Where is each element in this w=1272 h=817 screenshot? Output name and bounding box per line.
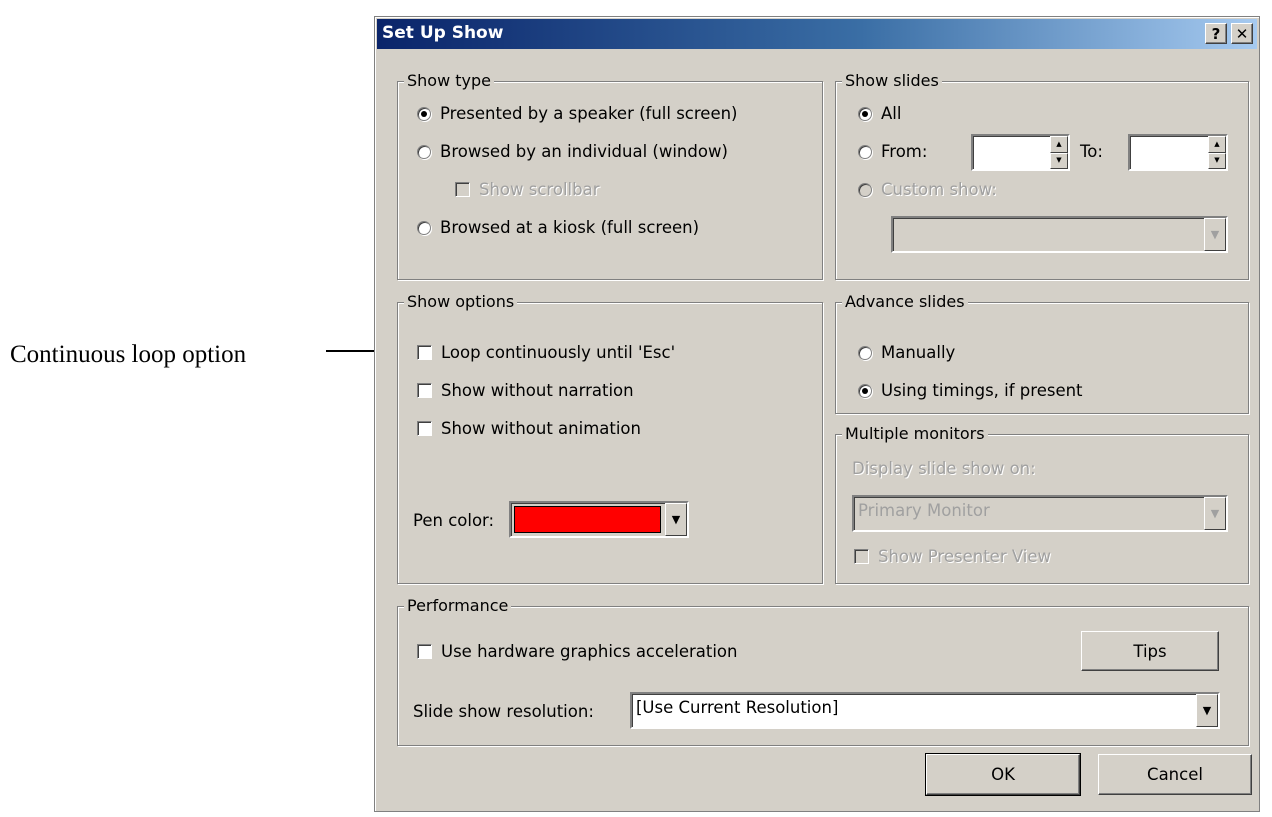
title-bar: Set Up Show ? ✕: [377, 19, 1257, 49]
radio-icon: [417, 144, 431, 159]
checkbox-icon: [455, 182, 470, 197]
close-button[interactable]: ✕: [1231, 23, 1253, 44]
help-button[interactable]: ?: [1205, 23, 1227, 44]
checkbox-icon: [854, 549, 869, 564]
display-slide-show-on-label: Display slide show on:: [852, 459, 1036, 478]
option-label: Use hardware graphics acceleration: [441, 642, 738, 661]
radio-icon: [858, 144, 872, 159]
show-slides-label: Show slides: [842, 71, 942, 91]
option-label: Show without animation: [441, 419, 641, 438]
spin-down-icon[interactable]: ▼: [1050, 152, 1068, 169]
radio-icon: [858, 345, 872, 360]
radio-presented-by-speaker[interactable]: Presented by a speaker (full screen): [417, 104, 738, 123]
to-slide-spinner[interactable]: ▲ ▼: [1128, 134, 1228, 171]
radio-checked-icon: [858, 106, 872, 121]
option-label: Show without narration: [441, 381, 634, 400]
from-slide-spinner[interactable]: ▲ ▼: [971, 134, 1070, 171]
spin-up-icon[interactable]: ▲: [1208, 136, 1226, 153]
close-icon: ✕: [1235, 24, 1249, 43]
dialog-title: Set Up Show: [382, 23, 504, 43]
slide-show-resolution-label: Slide show resolution:: [413, 702, 594, 721]
from-spin-buttons[interactable]: ▲ ▼: [1050, 136, 1068, 169]
performance-label: Performance: [404, 596, 512, 616]
checkbox-hardware-acceleration[interactable]: Use hardware graphics acceleration: [417, 642, 737, 661]
monitor-select[interactable]: Primary Monitor ▼: [852, 495, 1228, 532]
option-label: Browsed at a kiosk (full screen): [440, 218, 700, 237]
option-label: Loop continuously until 'Esc': [441, 343, 676, 362]
spin-down-icon[interactable]: ▼: [1208, 152, 1226, 169]
pen-color-label: Pen color:: [413, 511, 495, 530]
option-label: Presented by a speaker (full screen): [440, 104, 738, 123]
radio-checked-icon: [417, 106, 431, 121]
radio-checked-icon: [858, 383, 872, 398]
checkbox-without-animation[interactable]: Show without animation: [417, 419, 641, 438]
show-slides-group: Show slides All From: ▲ ▼ To: ▲ ▼ Custom…: [835, 71, 1249, 280]
radio-all-slides[interactable]: All: [858, 104, 901, 123]
multiple-monitors-group: Multiple monitors Display slide show on:…: [835, 424, 1249, 584]
set-up-show-dialog: Set Up Show ? ✕ Show type Presented by a…: [374, 16, 1260, 812]
spin-up-icon[interactable]: ▲: [1050, 136, 1068, 153]
resolution-select[interactable]: [Use Current Resolution] ▼: [630, 692, 1220, 729]
pen-color-swatch: [514, 506, 661, 533]
chevron-down-icon[interactable]: ▼: [665, 503, 687, 536]
radio-from-slides[interactable]: From:: [858, 142, 927, 161]
option-label: Manually: [881, 343, 956, 362]
to-spin-buttons[interactable]: ▲ ▼: [1208, 136, 1226, 169]
checkbox-icon: [417, 383, 432, 398]
radio-custom-show[interactable]: Custom show:: [858, 180, 997, 199]
chevron-down-icon[interactable]: ▼: [1204, 497, 1226, 530]
radio-icon: [417, 220, 431, 235]
advance-slides-group: Advance slides Manually Using timings, i…: [835, 292, 1249, 414]
checkbox-show-scrollbar[interactable]: Show scrollbar: [455, 180, 600, 199]
resolution-value: [Use Current Resolution]: [636, 698, 839, 717]
checkbox-icon: [417, 644, 432, 659]
custom-show-select[interactable]: ▼: [891, 216, 1228, 253]
chevron-down-icon[interactable]: ▼: [1204, 218, 1226, 251]
chevron-down-icon[interactable]: ▼: [1196, 694, 1218, 727]
option-label: Custom show:: [881, 180, 997, 199]
cancel-button[interactable]: Cancel: [1098, 754, 1252, 795]
radio-browsed-by-individual[interactable]: Browsed by an individual (window): [417, 142, 728, 161]
to-label: To:: [1080, 142, 1103, 161]
radio-browsed-at-kiosk[interactable]: Browsed at a kiosk (full screen): [417, 218, 699, 237]
performance-group: Performance Use hardware graphics accele…: [397, 596, 1249, 746]
pen-color-picker[interactable]: ▼: [509, 501, 689, 538]
show-type-group: Show type Presented by a speaker (full s…: [397, 71, 823, 280]
monitor-value: Primary Monitor: [858, 501, 990, 520]
checkbox-presenter-view[interactable]: Show Presenter View: [854, 547, 1051, 566]
show-options-group: Show options Loop continuously until 'Es…: [397, 292, 823, 584]
option-label: All: [881, 104, 902, 123]
advance-slides-label: Advance slides: [842, 292, 968, 312]
show-type-label: Show type: [404, 71, 494, 91]
ok-button[interactable]: OK: [925, 753, 1081, 796]
option-label: Browsed by an individual (window): [440, 142, 728, 161]
checkbox-icon: [417, 421, 432, 436]
radio-icon: [858, 182, 872, 197]
multiple-monitors-label: Multiple monitors: [842, 424, 988, 444]
radio-manually[interactable]: Manually: [858, 343, 955, 362]
option-label: Show scrollbar: [479, 180, 600, 199]
show-options-label: Show options: [404, 292, 518, 312]
help-icon: ?: [1211, 24, 1221, 43]
checkbox-loop-continuously[interactable]: Loop continuously until 'Esc': [417, 343, 675, 362]
option-label: Using timings, if present: [881, 381, 1083, 400]
tips-button[interactable]: Tips: [1081, 631, 1219, 671]
callout-label: Continuous loop option: [10, 341, 247, 368]
checkbox-icon: [417, 345, 432, 360]
option-label: From:: [881, 142, 928, 161]
checkbox-without-narration[interactable]: Show without narration: [417, 381, 634, 400]
radio-using-timings[interactable]: Using timings, if present: [858, 381, 1083, 400]
option-label: Show Presenter View: [878, 547, 1052, 566]
